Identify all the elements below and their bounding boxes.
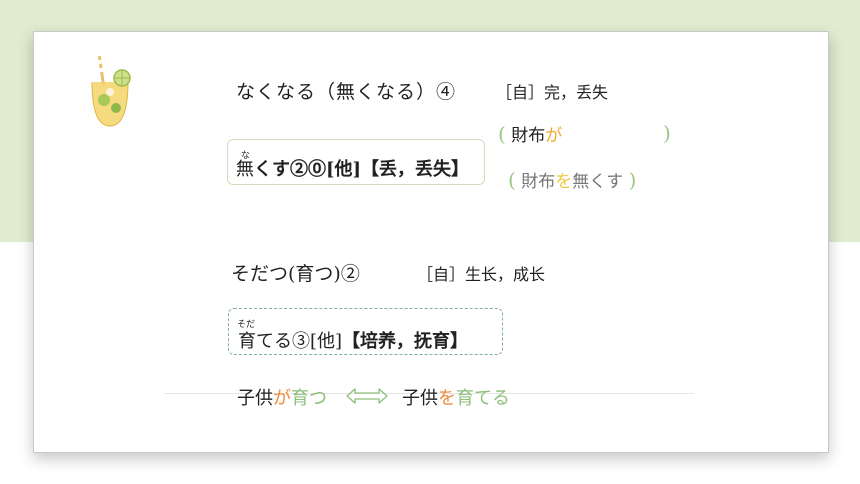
entry2-transitive-word: 育てる③[他]【培养，抚育】 (238, 327, 468, 353)
transitive-rest: くす②⓪[他]【丢，丢失】 (254, 159, 470, 180)
iced-lemon-drink-icon (91, 55, 131, 127)
example-1-particle: が (545, 126, 563, 146)
example-4: 子供を育てる (402, 384, 510, 410)
example-1-noun: 財布 (511, 126, 546, 146)
example-4-particle: を (438, 388, 456, 409)
example-3-noun: 子供 (237, 388, 273, 409)
example-3-verb: 育つ (291, 388, 327, 409)
example-4-verb: 育てる (456, 388, 510, 409)
entry1-word: なくなる（無くなる）④ (236, 81, 457, 103)
example-2-noun: 財布 (521, 172, 556, 192)
example-2: ( 財布を無くす ) (508, 167, 636, 192)
example-3: 子供が育つ (237, 384, 327, 410)
example-3-particle: が (273, 388, 291, 409)
entry1-transitive-word: 無くす②⓪[他]【丢，丢失】 (236, 155, 469, 181)
kanji-soda: 育 (238, 331, 256, 352)
paren-close: ) (663, 121, 671, 145)
example-1: ( 財布が (498, 121, 562, 146)
transitive-rest-bold: 【培养，抚育】 (342, 331, 469, 352)
kanji-naku: 無 (236, 159, 254, 180)
entry1-meaning: ［自］完，丢失 (496, 83, 609, 102)
example-2-particle: を (555, 172, 573, 192)
example-2-verb: 無くす (572, 172, 624, 192)
transitive-rest-light: てる③[他] (256, 331, 343, 352)
entry2-meaning: ［自］生长，成长 (417, 265, 546, 284)
paren-close: ) (628, 168, 637, 192)
double-arrow-icon (346, 388, 388, 404)
paren-open: ( (498, 122, 506, 146)
paren-open: ( (508, 168, 516, 192)
example-4-noun: 子供 (402, 388, 438, 409)
slide: なくなる（無くなる）④ ［自］完，丢失 な 無くす②⓪[他]【丢，丢失】 ( 財… (33, 31, 829, 453)
entry2-word: そだつ(育つ)② (231, 263, 360, 285)
